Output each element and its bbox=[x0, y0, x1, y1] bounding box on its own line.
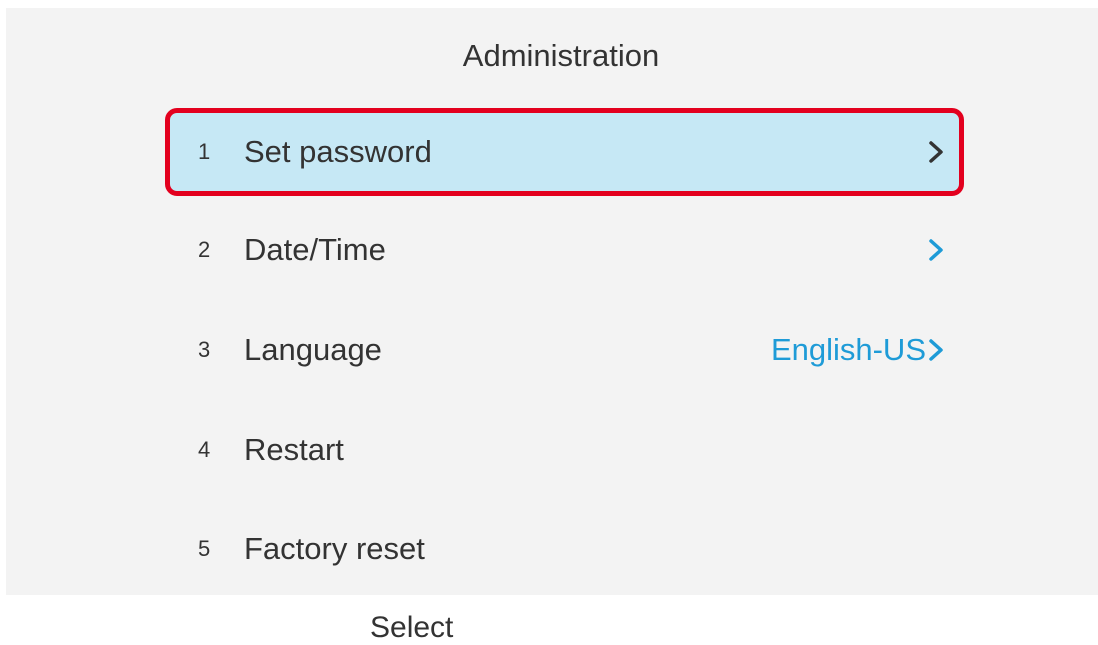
menu-item-right: English-US bbox=[771, 332, 946, 368]
chevron-right-icon bbox=[929, 141, 943, 163]
menu-item-number: 5 bbox=[198, 536, 211, 561]
softkey-bar: Select bbox=[0, 595, 1098, 645]
menu-item-restart[interactable]: 4 Restart bbox=[165, 406, 964, 494]
menu-item-number: 2 bbox=[198, 237, 211, 262]
language-value: English-US bbox=[770, 332, 926, 367]
chevron-right-icon bbox=[929, 339, 943, 361]
menu-item-set-password[interactable]: 1 Set password bbox=[165, 108, 964, 196]
menu-item-number: 4 bbox=[198, 437, 211, 462]
chevron-right-icon bbox=[929, 239, 943, 261]
menu-item-label: Set password bbox=[244, 134, 432, 169]
select-softkey[interactable]: Select bbox=[370, 611, 453, 645]
menu-item-right bbox=[926, 140, 946, 164]
menu-item-label: Language bbox=[244, 332, 382, 367]
menu-item-date-time[interactable]: 2 Date/Time bbox=[165, 206, 964, 294]
menu-item-label: Date/Time bbox=[244, 232, 386, 267]
menu-item-number: 3 bbox=[198, 337, 211, 362]
page-title: Administration bbox=[462, 38, 660, 73]
menu-item-language[interactable]: 3 Language English-US bbox=[165, 306, 964, 394]
menu-item-right bbox=[926, 238, 946, 262]
menu-item-factory-reset[interactable]: 5 Factory reset bbox=[165, 505, 964, 593]
menu-item-label: Factory reset bbox=[244, 531, 425, 566]
menu-item-label: Restart bbox=[244, 432, 344, 467]
menu-item-number: 1 bbox=[198, 139, 211, 164]
phone-screen: Administration 1 Set password 2 Date/Tim… bbox=[6, 8, 1098, 595]
